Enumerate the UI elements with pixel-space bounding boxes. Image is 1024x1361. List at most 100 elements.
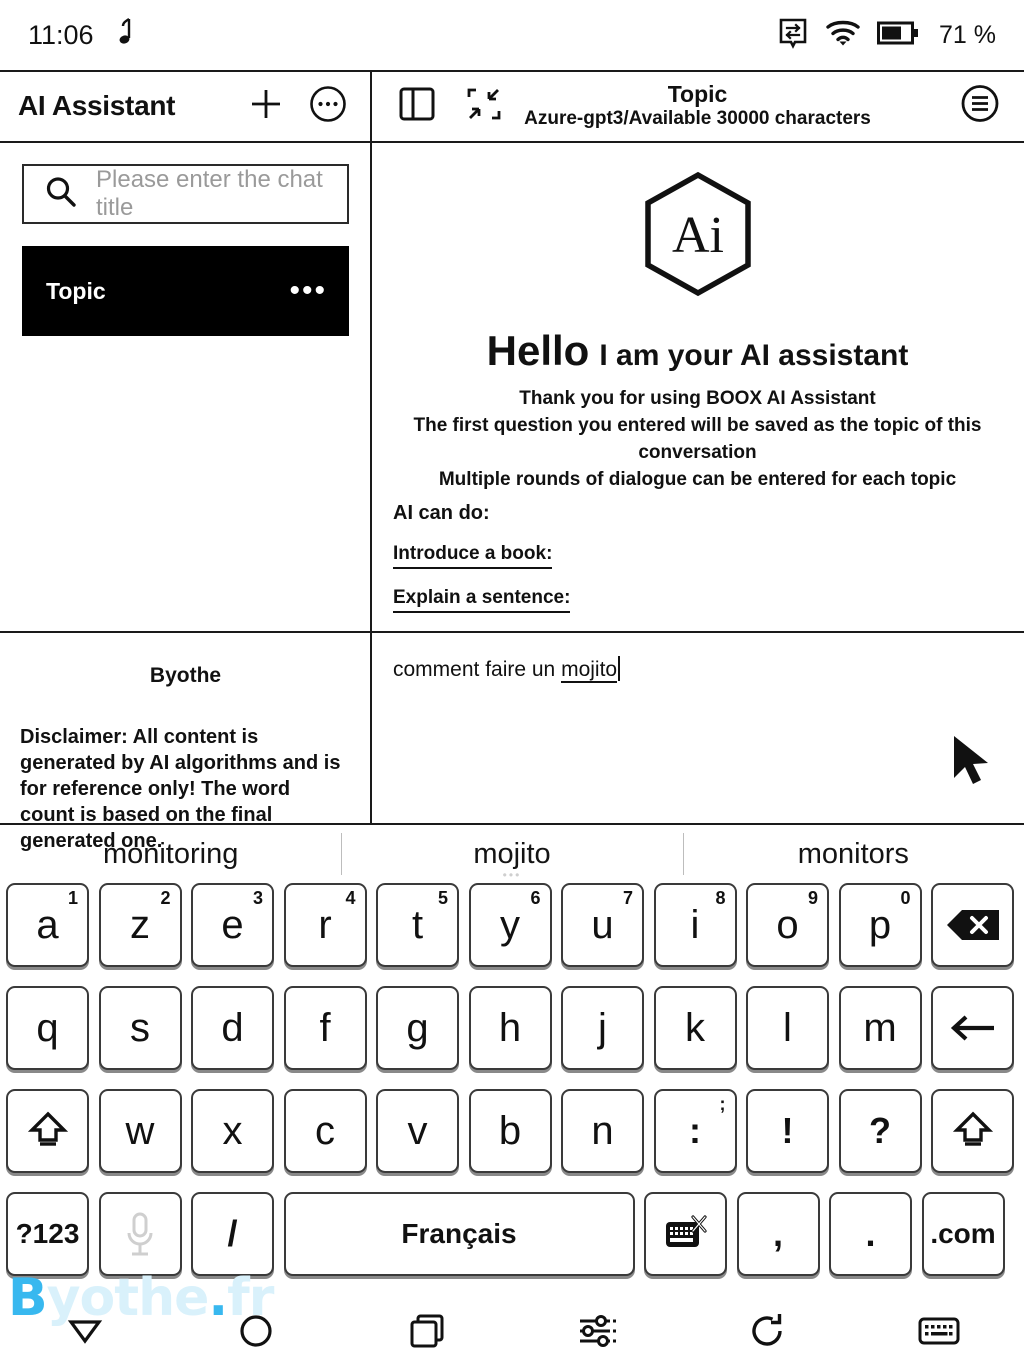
key-enter-return-icon[interactable]: [931, 986, 1014, 1070]
key-label: z: [130, 902, 150, 947]
key-keyboard-switch-icon[interactable]: [644, 1192, 727, 1276]
key-j[interactable]: j: [561, 986, 644, 1070]
key-microphone-icon[interactable]: [98, 1192, 182, 1276]
home-circle-icon[interactable]: [171, 1313, 342, 1349]
key-secondary-label: 5: [437, 888, 448, 908]
key-sym[interactable]: ?: [838, 1089, 922, 1173]
search-chat-title-field[interactable]: Please enter the chat title: [22, 164, 349, 224]
key-sym[interactable]: .: [829, 1192, 912, 1276]
key-w[interactable]: w: [98, 1089, 182, 1173]
key-k[interactable]: k: [653, 986, 737, 1070]
battery-percent: 71 %: [939, 20, 996, 49]
key-r[interactable]: r4: [283, 883, 367, 967]
split-panel-icon[interactable]: [399, 85, 435, 128]
key-i[interactable]: i8: [653, 883, 737, 967]
virtual-keyboard: a1z2e3r4t5y6u7i8o9p0 qsdfghjklm w x c v b n:;…: [0, 883, 1024, 1295]
key-label: w: [125, 1108, 155, 1153]
key-label: :: [689, 1110, 701, 1151]
suggestion-item-1[interactable]: mojito •••: [341, 825, 682, 883]
capability-explain-a-sentence[interactable]: Explain a sentence:: [393, 587, 571, 613]
key-shift-up-arrow-icon[interactable]: [6, 1089, 89, 1173]
collapse-fullscreen-icon[interactable]: [465, 85, 503, 128]
key-label: v: [407, 1108, 428, 1153]
key-z[interactable]: z2: [98, 883, 182, 967]
key-sym[interactable]: :;: [653, 1089, 737, 1173]
key-e[interactable]: e3: [191, 883, 274, 967]
key-secondary-label: 4: [345, 888, 356, 908]
key-com[interactable]: .com: [921, 1192, 1005, 1276]
suggestion-label: monitoring: [102, 837, 239, 870]
add-chat-button[interactable]: [249, 87, 283, 126]
key-f[interactable]: f: [283, 986, 367, 1070]
mouse-pointer-icon: [946, 732, 998, 795]
key-shift-up-arrow-icon[interactable]: [931, 1089, 1014, 1173]
key-label: o: [776, 902, 799, 947]
key-label: /: [227, 1213, 238, 1254]
key-n[interactable]: n: [561, 1089, 644, 1173]
key-y[interactable]: y6: [468, 883, 552, 967]
key-label: i: [690, 902, 700, 947]
battery-icon: [877, 20, 919, 51]
status-time: 11:06: [28, 19, 94, 50]
recents-squares-icon[interactable]: [341, 1311, 512, 1351]
input-text-prefix: comment faire un: [393, 658, 562, 681]
music-note-icon: [110, 17, 132, 53]
toolbar-view-icons: [371, 85, 503, 128]
wifi-icon: [825, 18, 861, 53]
key-a[interactable]: a1: [6, 883, 89, 967]
sync-transfer-icon: [777, 17, 809, 54]
keyboard-row-3: w x c v b n:;!?: [0, 1089, 1024, 1173]
key-backspace-icon[interactable]: [931, 883, 1014, 967]
key-v[interactable]: v: [376, 1089, 459, 1173]
toolbar-left: AI Assistant: [0, 70, 371, 142]
sidebar-item-topic[interactable]: Topic •••: [22, 246, 349, 336]
key-label: n: [591, 1108, 614, 1153]
key-secondary-label: 1: [67, 888, 78, 908]
key-label: .: [865, 1213, 876, 1254]
key-label: g: [406, 1005, 429, 1050]
ai-can-do-heading: AI can do:: [393, 502, 490, 524]
key-franais[interactable]: Français: [283, 1192, 635, 1276]
key-t[interactable]: t5: [376, 883, 459, 967]
key-g[interactable]: g: [376, 986, 459, 1070]
keyboard-icon[interactable]: [853, 1315, 1024, 1347]
key-label: b: [498, 1108, 522, 1153]
key-123[interactable]: ?123: [6, 1192, 89, 1276]
key-secondary-label: 8: [715, 888, 726, 908]
suggestion-item-2[interactable]: monitors: [682, 825, 1024, 883]
key-d[interactable]: d: [191, 986, 274, 1070]
key-secondary-label: 9: [807, 888, 818, 908]
key-sym[interactable]: /: [191, 1192, 274, 1276]
key-s[interactable]: s: [98, 986, 182, 1070]
key-m[interactable]: m: [838, 986, 922, 1070]
refresh-icon[interactable]: [683, 1311, 854, 1351]
key-sym[interactable]: ,: [736, 1192, 820, 1276]
blurb-line-1: Thank you for using BOOX AI Assistant: [519, 388, 876, 409]
list-menu-circle-icon[interactable]: [960, 84, 1000, 129]
sidebar-item-more-button[interactable]: •••: [289, 276, 327, 306]
capability-introduce-a-book[interactable]: Introduce a book:: [393, 543, 553, 569]
key-q[interactable]: q: [6, 986, 89, 1070]
settings-sliders-icon[interactable]: [512, 1312, 683, 1350]
message-input-text[interactable]: comment faire un mojito: [393, 656, 621, 683]
message-input-panel[interactable]: comment faire un mojito: [371, 632, 1024, 825]
key-u[interactable]: u7: [561, 883, 644, 967]
search-icon: [44, 175, 78, 214]
key-sym[interactable]: !: [746, 1089, 829, 1173]
key-c[interactable]: c: [283, 1089, 367, 1173]
ai-capabilities-list: AI can do: Introduce a book: Explain a s…: [393, 502, 571, 631]
key-b[interactable]: b: [468, 1089, 552, 1173]
back-triangle-icon[interactable]: [0, 1314, 171, 1348]
suggestion-item-0[interactable]: monitoring: [0, 825, 341, 883]
blurb-line-2: The first question you entered will be s…: [413, 414, 982, 463]
key-label: .com: [930, 1218, 996, 1249]
screen: 11:06 71 % AI Assistant Topic Azure-gpt3…: [0, 0, 1024, 1361]
key-l[interactable]: l: [746, 986, 829, 1070]
key-o[interactable]: o9: [746, 883, 829, 967]
more-circle-icon[interactable]: [309, 85, 347, 128]
key-h[interactable]: h: [468, 986, 552, 1070]
search-placeholder: Please enter the chat title: [96, 166, 323, 221]
key-secondary-label: 3: [252, 888, 263, 908]
key-x[interactable]: x: [191, 1089, 274, 1173]
key-p[interactable]: p0: [838, 883, 922, 967]
